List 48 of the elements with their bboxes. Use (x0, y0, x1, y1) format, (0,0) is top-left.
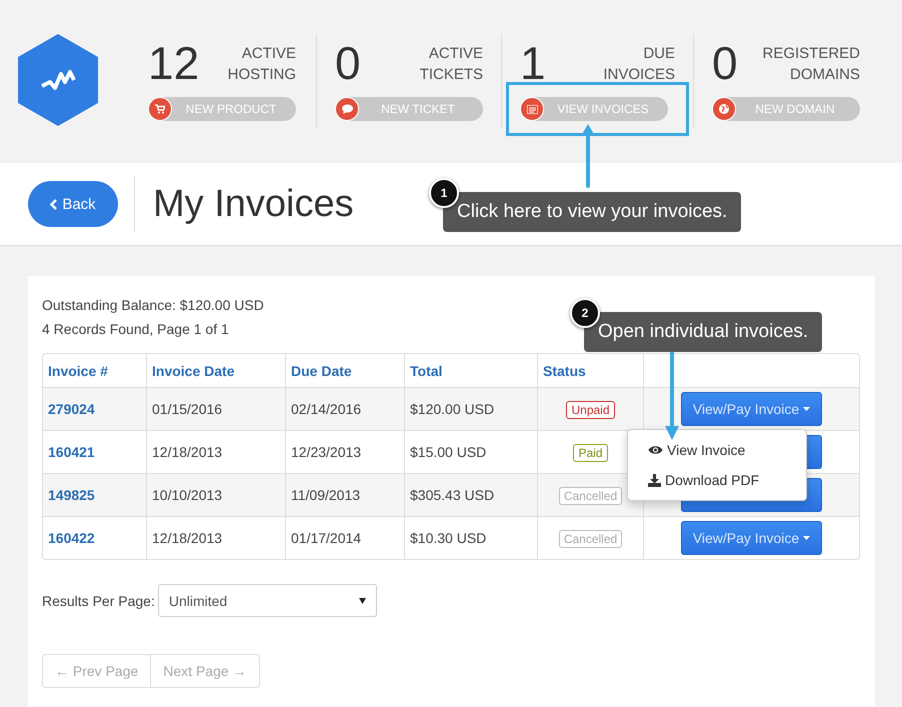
invoice-number-link[interactable]: 149825 (43, 473, 147, 516)
stat-count: 0 (335, 40, 361, 91)
view-pay-invoice-button[interactable]: View/Pay Invoice (681, 521, 822, 555)
results-per-page-select[interactable]: Unlimited (158, 584, 377, 617)
results-per-page-label: Results Per Page: (42, 592, 155, 608)
stat-label: DOMAINS (790, 65, 860, 85)
table-cell: 10/10/2013 (147, 473, 286, 516)
list-icon (526, 104, 538, 114)
records-found: 4 Records Found, Page 1 of 1 (42, 320, 229, 339)
page-title: My Invoices (153, 182, 354, 226)
table-cell: $120.00 USD (405, 387, 538, 430)
table-cell: 11/09/2013 (286, 473, 405, 516)
stat-count: 1 (520, 40, 546, 91)
speech-bubble-icon (342, 104, 352, 114)
eye-icon (648, 445, 663, 455)
dropdown-item[interactable]: Download PDF (628, 465, 806, 495)
stat-count: 12 (148, 40, 200, 91)
outstanding-balance: Outstanding Balance: $120.00 USD (42, 296, 264, 315)
stat-count: 0 (712, 40, 738, 91)
table-cell: 12/18/2013 (147, 516, 286, 559)
status-badge: Paid (573, 444, 608, 462)
status-badge: Cancelled (558, 530, 622, 548)
stat-label: HOSTING (228, 65, 296, 85)
status-badge: Cancelled (558, 487, 622, 505)
download-icon (648, 474, 661, 486)
back-button[interactable]: Back (28, 181, 118, 227)
stat-label: ACTIVE (428, 44, 483, 64)
stat-label: DUE (643, 44, 675, 64)
invoice-number-link[interactable]: 279024 (43, 387, 147, 430)
table-cell: 01/15/2016 (147, 387, 286, 430)
caret-icon (803, 407, 810, 411)
status-badge: Unpaid (566, 401, 615, 419)
stat-label: INVOICES (603, 65, 675, 85)
stat-label: TICKETS (420, 65, 483, 85)
table-cell: $10.30 USD (405, 516, 538, 559)
globe-icon (719, 104, 729, 114)
table-cell: 02/14/2016 (286, 387, 405, 430)
cart-icon (155, 104, 165, 114)
chevron-left-icon (50, 198, 58, 210)
dropdown-caret-icon (358, 598, 366, 604)
caret-icon (803, 536, 810, 540)
stat-label: REGISTERED (762, 44, 860, 64)
dropdown-item[interactable]: View Invoice (628, 435, 806, 465)
stat-label: ACTIVE (242, 44, 296, 64)
table-cell: $305.43 USD (405, 473, 538, 516)
invoice-number-link[interactable]: 160422 (43, 516, 147, 559)
table-cell: 01/17/2014 (286, 516, 405, 559)
view-pay-invoice-button[interactable]: View/Pay Invoice (681, 392, 822, 426)
